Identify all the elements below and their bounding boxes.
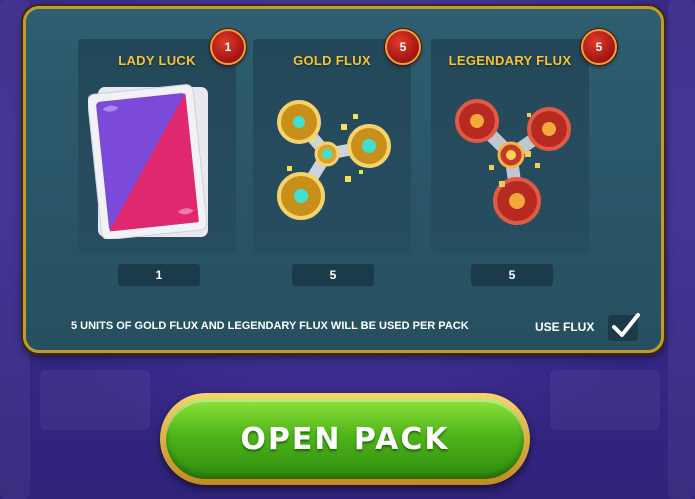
item-title: LEGENDARY FLUX — [448, 53, 572, 68]
legendary-spinner-icon — [445, 89, 575, 233]
item-card-legendary-flux: LEGENDARY FLUX — [431, 39, 589, 253]
open-pack-button-face[interactable]: OPEN PACK — [166, 399, 524, 479]
item-count-badge: 1 — [210, 29, 246, 65]
background-decor — [40, 370, 150, 430]
open-pack-label: OPEN PACK — [240, 421, 450, 457]
item-quantity-field[interactable]: 5 — [292, 264, 374, 286]
item-quantity-field[interactable]: 1 — [118, 264, 200, 286]
pack-panel: LADY LUCK 1 1 GOLD FLUX 5 5 LEGENDARY FL… — [23, 6, 664, 353]
background-decor — [668, 0, 695, 499]
use-flux-checkbox[interactable] — [608, 313, 640, 341]
item-card-gold-flux: GOLD FLUX — [253, 39, 411, 253]
gold-spinner-icon — [267, 94, 397, 228]
item-count-badge: 5 — [581, 29, 617, 65]
card-deck-icon — [87, 79, 218, 243]
open-pack-button[interactable]: OPEN PACK — [160, 393, 530, 485]
item-card-lady-luck: LADY LUCK — [78, 39, 236, 253]
use-flux-label: USE FLUX — [535, 320, 595, 334]
background-decor — [550, 370, 660, 430]
checkmark-icon — [612, 313, 640, 337]
flux-usage-info: 5 UNITS OF GOLD FLUX AND LEGENDARY FLUX … — [71, 320, 469, 332]
item-count-badge: 5 — [385, 29, 421, 65]
item-quantity-field[interactable]: 5 — [471, 264, 553, 286]
